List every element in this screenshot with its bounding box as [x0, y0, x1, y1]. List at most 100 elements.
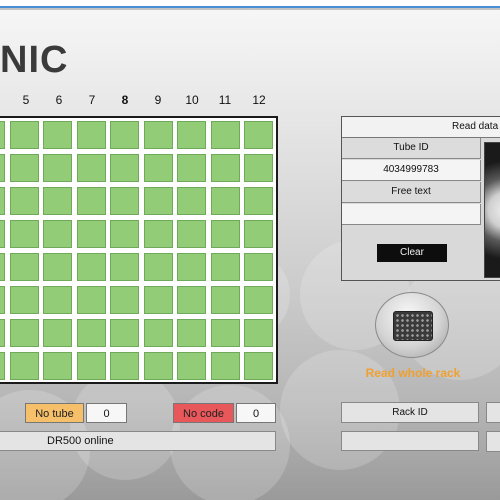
rack-well[interactable] — [210, 319, 240, 347]
column-header: 8 — [121, 93, 129, 107]
rack-well[interactable] — [0, 352, 5, 380]
column-header: 9 — [154, 93, 162, 107]
rack-well[interactable] — [143, 286, 173, 314]
rack-well[interactable] — [210, 286, 240, 314]
rack-well[interactable] — [177, 154, 206, 182]
rack-well[interactable] — [210, 121, 240, 149]
rack-well[interactable] — [43, 253, 72, 281]
rack-well[interactable] — [244, 121, 273, 149]
rack-well[interactable] — [110, 187, 139, 215]
rack-well[interactable] — [9, 121, 39, 149]
rack-well[interactable] — [76, 253, 106, 281]
brand-logo-text: NIC — [0, 39, 69, 81]
rack-well[interactable] — [143, 352, 173, 380]
rack-well[interactable] — [0, 286, 5, 314]
rack-well[interactable] — [43, 319, 72, 347]
rack-well[interactable] — [110, 352, 139, 380]
rack-well[interactable] — [210, 154, 240, 182]
rack-well[interactable] — [143, 121, 173, 149]
tube-id-label: Tube ID — [342, 138, 481, 159]
rack-well[interactable] — [177, 286, 206, 314]
rack-well[interactable] — [0, 154, 5, 182]
rack-icon — [393, 311, 433, 341]
rack-well[interactable] — [9, 220, 39, 248]
rack-well[interactable] — [244, 352, 273, 380]
rack-well[interactable] — [9, 286, 39, 314]
rack-well[interactable] — [0, 220, 5, 248]
column-header: 5 — [22, 93, 30, 107]
rack-well[interactable] — [177, 319, 206, 347]
rack-well[interactable] — [177, 352, 206, 380]
rack-well[interactable] — [244, 187, 273, 215]
rack-well[interactable] — [9, 319, 39, 347]
rack-well[interactable] — [244, 220, 273, 248]
rack-well[interactable] — [76, 187, 106, 215]
rack-well[interactable] — [110, 220, 139, 248]
rack-well[interactable] — [177, 253, 206, 281]
rack-well[interactable] — [0, 253, 5, 281]
rack-well[interactable] — [76, 121, 106, 149]
column-header: 7 — [88, 93, 96, 107]
read-whole-rack-button[interactable] — [375, 292, 449, 358]
rack-well[interactable] — [244, 154, 273, 182]
rack-well[interactable] — [9, 352, 39, 380]
column-header: 12 — [252, 93, 266, 107]
rack-well-grid — [0, 116, 278, 384]
rack-well[interactable] — [9, 187, 39, 215]
rack-well[interactable] — [143, 319, 173, 347]
rack-well[interactable] — [110, 154, 139, 182]
rack-well[interactable] — [0, 319, 5, 347]
rack-well[interactable] — [43, 286, 72, 314]
rack-well[interactable] — [143, 187, 173, 215]
rack-well[interactable] — [9, 253, 39, 281]
read-whole-rack-label[interactable]: Read whole rack — [360, 366, 466, 380]
rack-well[interactable] — [43, 352, 72, 380]
rack-id-label: Rack ID — [341, 402, 479, 423]
rack-well[interactable] — [143, 253, 173, 281]
rack-well[interactable] — [76, 154, 106, 182]
rack-well[interactable] — [143, 220, 173, 248]
side-field[interactable] — [486, 431, 500, 452]
rack-well[interactable] — [43, 187, 72, 215]
rack-well[interactable] — [210, 187, 240, 215]
rack-well[interactable] — [43, 154, 72, 182]
rack-well[interactable] — [110, 253, 139, 281]
no-code-indicator: No code — [173, 403, 234, 423]
rack-well[interactable] — [177, 121, 206, 149]
rack-well[interactable] — [43, 220, 72, 248]
rack-well[interactable] — [76, 286, 106, 314]
rack-well[interactable] — [177, 220, 206, 248]
column-header: 6 — [55, 93, 63, 107]
clear-button[interactable]: Clear — [377, 244, 447, 262]
no-tube-count: 0 — [86, 403, 127, 423]
rack-well[interactable] — [244, 286, 273, 314]
rack-well[interactable] — [76, 220, 106, 248]
rack-well[interactable] — [210, 253, 240, 281]
rack-well[interactable] — [177, 187, 206, 215]
rack-well[interactable] — [110, 286, 139, 314]
rack-well[interactable] — [210, 220, 240, 248]
rack-well[interactable] — [43, 121, 72, 149]
column-header: 10 — [185, 93, 199, 107]
rack-well[interactable] — [110, 319, 139, 347]
rack-well[interactable] — [76, 319, 106, 347]
rack-well[interactable] — [9, 154, 39, 182]
rack-well[interactable] — [0, 187, 5, 215]
no-tube-indicator: No tube — [25, 403, 84, 423]
rack-well[interactable] — [76, 352, 106, 380]
rack-well[interactable] — [110, 121, 139, 149]
rack-id-field[interactable] — [341, 431, 479, 451]
window-top-edge — [0, 0, 500, 8]
no-code-count: 0 — [236, 403, 276, 423]
column-header: 11 — [218, 93, 232, 107]
side-field[interactable] — [486, 402, 500, 423]
rack-well[interactable] — [210, 352, 240, 380]
device-status-bar: DR500 online — [0, 431, 276, 451]
rack-well[interactable] — [143, 154, 173, 182]
rack-well[interactable] — [244, 319, 273, 347]
free-text-label: Free text — [342, 182, 481, 203]
rack-well[interactable] — [244, 253, 273, 281]
rack-well[interactable] — [0, 121, 5, 149]
free-text-field[interactable] — [342, 204, 481, 225]
read-data-panel: Read data D Tube ID 4034999783 Free text… — [341, 116, 500, 281]
